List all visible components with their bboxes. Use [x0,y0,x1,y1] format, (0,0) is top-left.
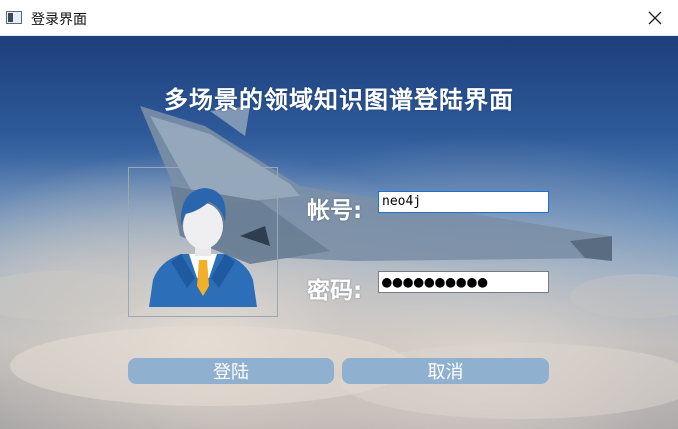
page-heading: 多场景的领域知识图谱登陆界面 [164,86,514,114]
cancel-button[interactable]: 取消 [342,358,549,384]
password-input[interactable]: ●●●●●●●●●● [378,271,549,293]
account-label: 帐号: [307,198,363,224]
window-app-icon [6,11,22,24]
password-label: 密码: [307,278,363,304]
login-button[interactable]: 登陆 [128,358,334,384]
title-bar[interactable]: 登录界面 [0,0,678,36]
login-window: 登录界面 多场景的领域知识图谱登陆界面 帐号: neo4j 密码: ●●●●●●… [0,0,678,429]
account-input[interactable]: neo4j [378,191,549,213]
close-icon [648,11,662,24]
login-panel: 多场景的领域知识图谱登陆界面 帐号: neo4j 密码: ●●●●●●●●●● … [0,36,678,429]
close-button[interactable] [632,0,678,35]
window-title: 登录界面 [31,12,87,28]
user-avatar [128,167,278,317]
user-avatar-icon [149,188,257,307]
